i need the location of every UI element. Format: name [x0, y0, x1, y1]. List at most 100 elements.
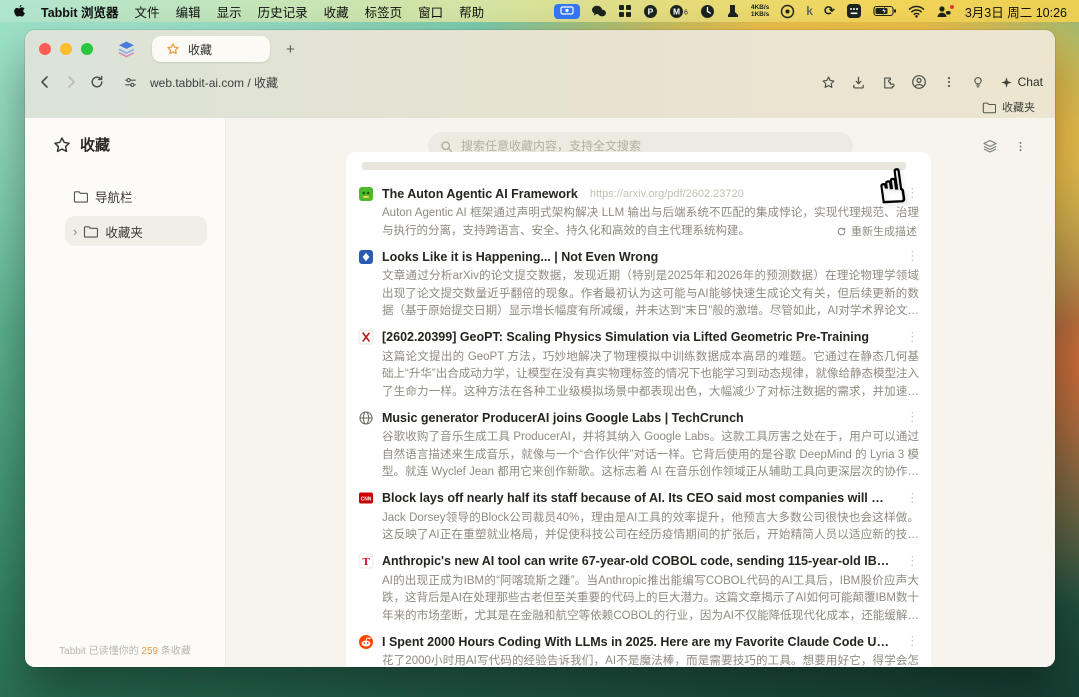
apple-logo-icon[interactable] [12, 3, 25, 19]
chat-button[interactable]: Chat [1000, 75, 1043, 89]
menubar-menu[interactable]: 窗口 [418, 2, 443, 21]
wifi-icon[interactable] [908, 3, 925, 19]
reload-button[interactable] [89, 74, 105, 90]
chat-app-icon[interactable] [591, 3, 607, 19]
window-controls [39, 43, 93, 55]
new-tab-button[interactable]: + [286, 42, 295, 57]
bookmark-description: 文章通过分析arXiv的论文提交数据，发现近期（特别是2025年和2026年的预… [382, 268, 919, 321]
sidebar-header: 收藏 [53, 134, 225, 155]
bookmark-description: AI的出现正成为IBM的“阿喀琉斯之踵”。当Anthropic推出能编写COBO… [382, 573, 919, 626]
sidebar-folder-label: 导航栏 [95, 187, 133, 206]
search-input[interactable] [461, 139, 841, 153]
notification-dot [950, 5, 954, 9]
favicon-globe [358, 410, 374, 426]
browser-window: 收藏 + web.tabbit-ai.com / 收藏 [25, 30, 1055, 667]
menubar-menu[interactable]: 编辑 [176, 2, 201, 21]
desktop: Tabbit 浏览器文件编辑显示历史记录收藏标签页窗口帮助 P M6 [0, 0, 1079, 697]
refresh-icon [836, 226, 847, 237]
forward-button[interactable] [63, 74, 79, 90]
screen-record-icon[interactable] [780, 3, 795, 19]
main-area: The Auton Agentic AI Framework https://a… [226, 118, 1055, 667]
sync-icon[interactable]: ⟳ [824, 4, 835, 19]
tab-strip: 收藏 + [25, 30, 1055, 68]
bookmark-url[interactable]: https://arxiv.org/pdf/2602.23720 [590, 188, 744, 200]
menubar-menu[interactable]: 收藏 [324, 2, 349, 21]
bookmark-item[interactable]: CNN Block lays off nearly half its staff… [358, 490, 919, 545]
svg-text:P: P [647, 6, 653, 16]
svg-text:CNN: CNN [361, 496, 372, 502]
bookmark-item[interactable]: Music generator ProducerAI joins Google … [358, 409, 919, 482]
bookmark-item[interactable]: [2602.20399] GeoPT: Scaling Physics Simu… [358, 329, 919, 402]
sidebar-items: 导航栏 › 收藏夹 [25, 181, 225, 246]
item-menu-button[interactable]: ⋮ [898, 249, 919, 264]
menubar-menu[interactable]: Tabbit 浏览器 [41, 2, 119, 21]
clock-app-icon[interactable] [700, 3, 715, 19]
bookmark-item[interactable]: The Auton Agentic AI Framework https://a… [358, 185, 919, 240]
bookmarks-list: The Auton Agentic AI Framework https://a… [358, 185, 919, 667]
bookmark-title[interactable]: I Spent 2000 Hours Coding With LLMs in 2… [382, 635, 890, 649]
download-button[interactable] [851, 75, 866, 90]
bookmark-description: Jack Dorsey领导的Block公司裁员40%，理由是AI工具的效率提升，… [382, 510, 919, 545]
main-menu-kebab-icon[interactable] [1014, 139, 1027, 154]
back-button[interactable] [37, 74, 53, 90]
bookmark-title[interactable]: [2602.20399] GeoPT: Scaling Physics Simu… [382, 330, 869, 344]
k-app-icon[interactable]: k [806, 4, 813, 18]
window-manager-icon[interactable] [618, 3, 632, 19]
bookmark-title[interactable]: Block lays off nearly half its staff bec… [382, 491, 890, 505]
assistant-bulb-icon[interactable] [971, 75, 985, 90]
browser-menu-button[interactable] [942, 75, 956, 89]
bookmark-title[interactable]: Looks Like it is Happening... | Not Even… [382, 250, 658, 264]
item-menu-button[interactable]: ⋮ [898, 330, 919, 345]
bookmark-item[interactable]: T Anthropic's new AI tool can write 67-y… [358, 553, 919, 626]
regenerate-description-button[interactable]: 重新生成描述 [826, 223, 917, 239]
item-menu-button[interactable]: ⋮ [898, 554, 919, 569]
m-app-icon[interactable]: M6 [669, 3, 689, 19]
sidebar-folder-item[interactable]: 导航栏 [65, 181, 207, 211]
account-notification-icon[interactable] [936, 3, 951, 19]
extensions-icon[interactable] [881, 75, 896, 90]
dock-app-icon[interactable] [726, 3, 740, 19]
item-menu-button[interactable]: ⋮ [898, 491, 919, 506]
bookmark-star-button[interactable] [821, 75, 836, 90]
site-settings-icon[interactable] [123, 75, 138, 90]
zoom-window-button[interactable] [81, 43, 93, 55]
close-window-button[interactable] [39, 43, 51, 55]
item-menu-button[interactable]: ⋮ [898, 410, 919, 425]
macos-menubar: Tabbit 浏览器文件编辑显示历史记录收藏标签页窗口帮助 P M6 [0, 0, 1079, 22]
bookmark-item[interactable]: Looks Like it is Happening... | Not Even… [358, 248, 919, 321]
menubar-menu[interactable]: 帮助 [459, 2, 484, 21]
bookmark-title[interactable]: The Auton Agentic AI Framework [382, 187, 578, 201]
input-method-icon[interactable] [846, 3, 862, 19]
bookmark-description: 谷歌收购了音乐生成工具 ProducerAI，并将其纳入 Google Labs… [382, 429, 919, 482]
minimize-window-button[interactable] [60, 43, 72, 55]
sidebar-folder-label: 收藏夹 [105, 222, 143, 241]
menubar-items: Tabbit 浏览器文件编辑显示历史记录收藏标签页窗口帮助 [41, 2, 484, 21]
network-speed-indicator[interactable]: 4KB/s 1KB/s [751, 4, 769, 18]
menubar-menu[interactable]: 显示 [217, 2, 242, 21]
bookmarks-bar-folder-label[interactable]: 收藏夹 [1002, 99, 1035, 115]
bookmark-item[interactable]: I Spent 2000 Hours Coding With LLMs in 2… [358, 633, 919, 667]
menubar-menu[interactable]: 历史记录 [258, 2, 308, 21]
read-count-footer: Tabbit 已读懂你的 259 条收藏 [25, 642, 225, 657]
tabbit-logo-icon[interactable] [117, 40, 136, 58]
menubar-menu[interactable]: 标签页 [365, 2, 403, 21]
favicon-toms: T [358, 553, 374, 569]
browser-tab[interactable]: 收藏 [152, 36, 270, 62]
menubar-menu[interactable]: 文件 [135, 2, 160, 21]
search-icon [440, 140, 453, 153]
address-url[interactable]: web.tabbit-ai.com / 收藏 [150, 74, 278, 91]
bookmark-title[interactable]: Anthropic's new AI tool can write 67-yea… [382, 554, 890, 568]
item-menu-button[interactable]: ⋮ [898, 634, 919, 649]
profile-avatar-icon[interactable] [911, 74, 927, 90]
menubar-clock[interactable]: 3月3日 周二 10:26 [965, 2, 1067, 21]
sidebar-folder-item[interactable]: › 收藏夹 [65, 216, 207, 246]
p-app-icon[interactable]: P [643, 3, 658, 19]
item-menu-button[interactable]: ⋮ [898, 186, 919, 201]
layers-view-icon[interactable] [982, 138, 998, 154]
battery-charging-icon[interactable] [873, 3, 897, 19]
page-content: 收藏 导航栏 › 收藏夹 Tabbit 已读懂你的 259 条收藏 [25, 118, 1055, 667]
bookmark-title[interactable]: Music generator ProducerAI joins Google … [382, 411, 744, 425]
svg-text:M: M [673, 6, 680, 16]
browser-chrome: 收藏 + web.tabbit-ai.com / 收藏 [25, 30, 1055, 118]
screen-mirroring-indicator-icon[interactable] [554, 4, 580, 19]
